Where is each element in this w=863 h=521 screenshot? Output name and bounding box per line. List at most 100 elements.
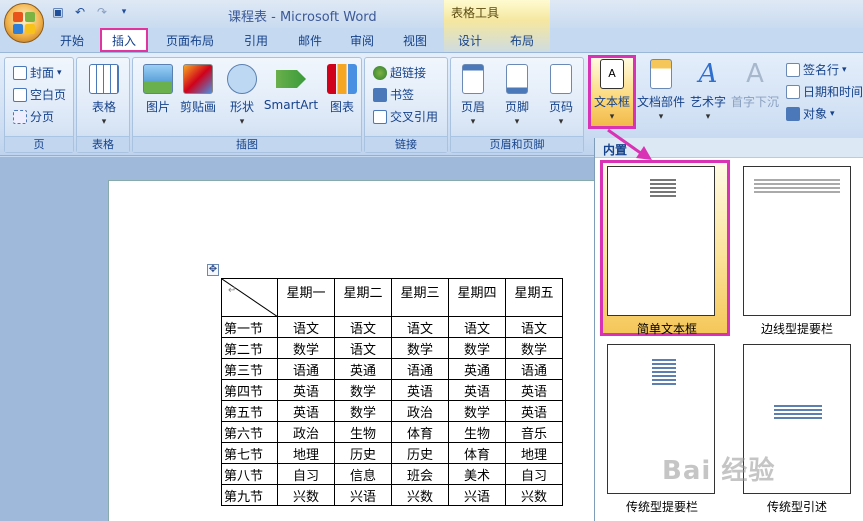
save-icon[interactable]: ▣: [50, 4, 66, 20]
subject-cell[interactable]: 数学: [334, 400, 392, 422]
subject-cell[interactable]: 信息: [334, 463, 392, 485]
tab-view[interactable]: 视图: [403, 32, 427, 49]
subject-cell[interactable]: 英语: [277, 379, 335, 401]
gallery-item-sideline-sidebar[interactable]: [743, 166, 851, 316]
schedule-table[interactable]: ↵ 星期一 星期二 星期三 星期四 星期五 第一节 语文 语文 语文 语文 语文 第二节 数学…: [221, 278, 563, 506]
subject-cell[interactable]: 历史: [334, 442, 392, 464]
subject-cell[interactable]: 音乐: [505, 421, 563, 443]
subject-cell[interactable]: 兴语: [448, 484, 506, 506]
clipart-button[interactable]: 剪贴画: [173, 64, 223, 115]
period-cell[interactable]: 第六节: [221, 421, 278, 443]
footer-button[interactable]: 页脚 ▾: [495, 64, 539, 127]
paragraph-mark-icon: ↵: [228, 285, 237, 296]
office-button[interactable]: [4, 3, 44, 43]
period-cell[interactable]: 第八节: [221, 463, 278, 485]
crossref-button[interactable]: 交叉引用: [373, 108, 438, 125]
redo-icon[interactable]: ↷: [94, 4, 110, 20]
period-cell[interactable]: 第九节: [221, 484, 278, 506]
page-break-button[interactable]: 分页: [13, 108, 54, 125]
hyperlink-button[interactable]: 超链接: [373, 64, 426, 81]
datetime-button[interactable]: 日期和时间: [786, 83, 863, 100]
subject-cell[interactable]: 英语: [448, 379, 506, 401]
subject-cell[interactable]: 数学: [334, 379, 392, 401]
subject-cell[interactable]: 生物: [334, 421, 392, 443]
subject-cell[interactable]: 语文: [277, 316, 335, 338]
day-header[interactable]: 星期四: [448, 278, 506, 317]
subject-cell[interactable]: 历史: [391, 442, 449, 464]
subject-cell[interactable]: 兴数: [277, 484, 335, 506]
subject-cell[interactable]: 数学: [448, 400, 506, 422]
shapes-button[interactable]: 形状 ▾: [217, 64, 267, 127]
tab-page-layout[interactable]: 页面布局: [166, 32, 214, 49]
subject-cell[interactable]: 自习: [505, 463, 563, 485]
subject-cell[interactable]: 英语: [505, 400, 563, 422]
tab-design[interactable]: 设计: [458, 32, 482, 49]
subject-cell[interactable]: 地理: [505, 442, 563, 464]
table-move-handle[interactable]: ✥: [207, 264, 219, 276]
subject-cell[interactable]: 数学: [391, 337, 449, 359]
textbox-button[interactable]: A 文本框 ▾: [588, 59, 636, 122]
subject-cell[interactable]: 数学: [448, 337, 506, 359]
cover-page-button[interactable]: 封面 ▾: [13, 64, 62, 81]
subject-cell[interactable]: 自习: [277, 463, 335, 485]
subject-cell[interactable]: 兴数: [391, 484, 449, 506]
tab-home[interactable]: 开始: [60, 32, 84, 49]
tab-references[interactable]: 引用: [244, 32, 268, 49]
page-number-button[interactable]: 页码 ▾: [539, 64, 583, 127]
wordart-button[interactable]: A 艺术字 ▾: [686, 59, 730, 122]
subject-cell[interactable]: 地理: [277, 442, 335, 464]
bookmark-button[interactable]: 书签: [373, 86, 414, 103]
subject-cell[interactable]: 语通: [391, 358, 449, 380]
subject-cell[interactable]: 语文: [505, 316, 563, 338]
period-cell[interactable]: 第四节: [221, 379, 278, 401]
qat-dropdown-icon[interactable]: ▾: [116, 4, 132, 20]
subject-cell[interactable]: 语文: [334, 337, 392, 359]
subject-cell[interactable]: 语通: [277, 358, 335, 380]
subject-cell[interactable]: 兴数: [505, 484, 563, 506]
table-row: 第三节 语通 英通 语通 英通 语通: [221, 358, 563, 380]
gallery-item-simple-textbox[interactable]: [607, 166, 715, 316]
period-cell[interactable]: 第二节: [221, 337, 278, 359]
tab-insert[interactable]: 插入: [100, 28, 149, 52]
subject-cell[interactable]: 语通: [505, 358, 563, 380]
subject-cell[interactable]: 政治: [277, 421, 335, 443]
day-header[interactable]: 星期二: [334, 278, 392, 317]
subject-cell[interactable]: 英语: [391, 379, 449, 401]
subject-cell[interactable]: 英语: [277, 400, 335, 422]
chart-button[interactable]: 图表: [317, 64, 367, 115]
period-cell[interactable]: 第五节: [221, 400, 278, 422]
tab-layout[interactable]: 布局: [510, 32, 534, 49]
diagonal-header-cell[interactable]: ↵: [221, 278, 278, 317]
object-button[interactable]: 对象 ▾: [786, 105, 835, 122]
table-button[interactable]: 表格 ▾: [79, 64, 129, 127]
quick-parts-button[interactable]: 文档部件 ▾: [636, 59, 686, 122]
subject-cell[interactable]: 语文: [448, 316, 506, 338]
blank-page-button[interactable]: 空白页: [13, 86, 66, 103]
undo-icon[interactable]: ↶: [72, 4, 88, 20]
subject-cell[interactable]: 体育: [448, 442, 506, 464]
subject-cell[interactable]: 数学: [277, 337, 335, 359]
tab-mailings[interactable]: 邮件: [298, 32, 322, 49]
subject-cell[interactable]: 英语: [505, 379, 563, 401]
subject-cell[interactable]: 数学: [505, 337, 563, 359]
subject-cell[interactable]: 班会: [391, 463, 449, 485]
subject-cell[interactable]: 兴语: [334, 484, 392, 506]
subject-cell[interactable]: 英通: [334, 358, 392, 380]
day-header[interactable]: 星期一: [277, 278, 335, 317]
day-header[interactable]: 星期五: [505, 278, 563, 317]
period-cell[interactable]: 第七节: [221, 442, 278, 464]
subject-cell[interactable]: 体育: [391, 421, 449, 443]
subject-cell[interactable]: 美术: [448, 463, 506, 485]
tab-review[interactable]: 审阅: [350, 32, 374, 49]
subject-cell[interactable]: 语文: [391, 316, 449, 338]
signature-line-button[interactable]: 签名行 ▾: [786, 61, 847, 78]
smartart-button[interactable]: SmartArt: [261, 64, 321, 112]
period-cell[interactable]: 第一节: [221, 316, 278, 338]
subject-cell[interactable]: 语文: [334, 316, 392, 338]
subject-cell[interactable]: 英通: [448, 358, 506, 380]
day-header[interactable]: 星期三: [391, 278, 449, 317]
header-button[interactable]: 页眉 ▾: [451, 64, 495, 127]
subject-cell[interactable]: 生物: [448, 421, 506, 443]
period-cell[interactable]: 第三节: [221, 358, 278, 380]
subject-cell[interactable]: 政治: [391, 400, 449, 422]
